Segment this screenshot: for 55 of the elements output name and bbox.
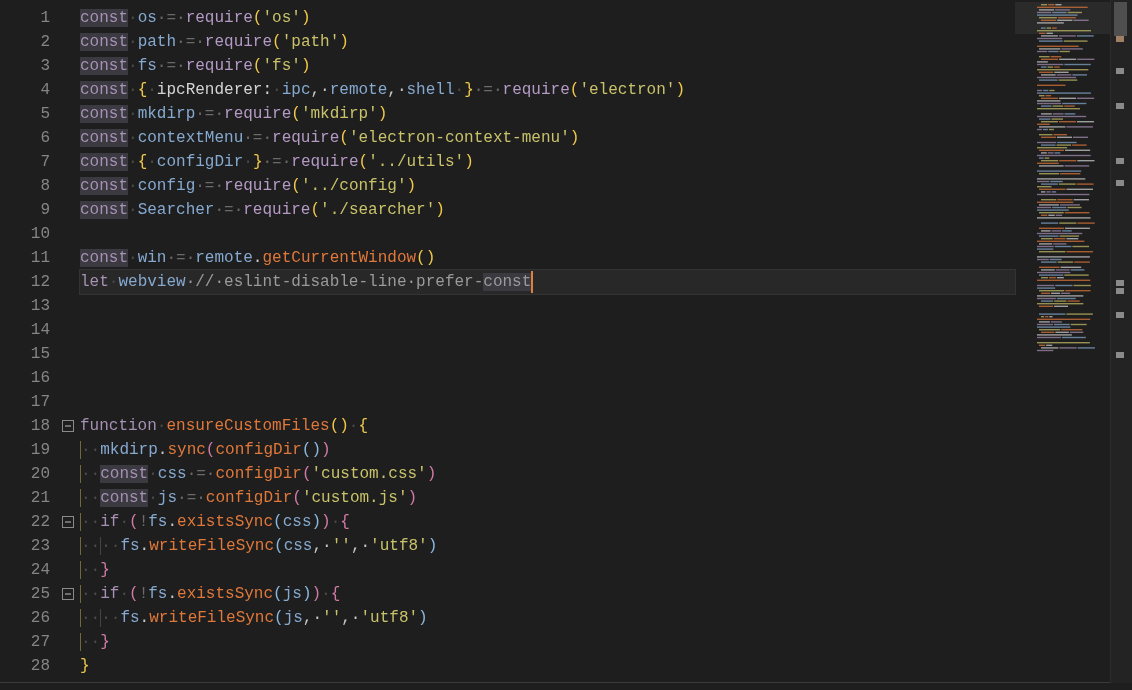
line-number: 1	[40, 9, 50, 27]
line-number: 2	[40, 33, 50, 51]
text-cursor	[531, 271, 534, 293]
code-line: ··if·(!fs.existsSync(css))·{	[80, 512, 350, 533]
code-line: const·fs·=·require('fs')	[80, 56, 311, 77]
line-number: 5	[40, 105, 50, 123]
code-line: ··mkdirp.sync(configDir())	[80, 440, 331, 461]
line-number: 8	[40, 177, 50, 195]
code-line: const·os·=·require('os')	[80, 8, 311, 29]
line-number: 23	[30, 537, 50, 555]
line-number: 21	[30, 489, 50, 507]
code-line: const·config·=·require('../config')	[80, 176, 417, 197]
code-line: ··}	[80, 632, 110, 653]
line-number: 22	[30, 513, 50, 531]
code-line: ····fs.writeFileSync(js,·'',·'utf8')	[80, 608, 428, 629]
code-line: function·ensureCustomFiles()·{	[80, 416, 369, 437]
line-number: 14	[30, 321, 50, 339]
code-line: ··}	[80, 560, 110, 581]
line-number: 17	[30, 393, 50, 411]
code-line: const·win·=·remote.getCurrentWindow()	[80, 248, 436, 269]
code-line: ··const·js·=·configDir('custom.js')	[80, 488, 418, 509]
code-line: let·webview·//·eslint-disable-line·prefer-const	[80, 272, 532, 293]
code-line: const·contextMenu·=·require('electron-context-menu')	[80, 128, 580, 149]
collapse-icon[interactable]	[62, 588, 74, 600]
line-number: 6	[40, 129, 50, 147]
scrollbar[interactable]	[1110, 0, 1132, 683]
line-number: 3	[40, 57, 50, 75]
code-line: ····fs.writeFileSync(css,·'',·'utf8')	[80, 536, 438, 557]
collapse-icon[interactable]	[62, 516, 74, 528]
code-line: const·{·ipcRenderer:·ipc,·remote,·shell·}·=·require('electron')	[80, 80, 685, 101]
code-line: ··const·css·=·configDir('custom.css')	[80, 464, 437, 485]
line-number: 27	[30, 633, 50, 651]
code-line: const·mkdirp·=·require('mkdirp')	[80, 104, 388, 125]
line-number: 28	[30, 657, 50, 675]
line-number: 19	[30, 441, 50, 459]
line-number: 9	[40, 201, 50, 219]
line-number: 20	[30, 465, 50, 483]
collapse-icon[interactable]	[62, 420, 74, 432]
code-line: const·Searcher·=·require('./searcher')	[80, 200, 445, 221]
line-number: 7	[40, 153, 50, 171]
code-line: const·{·configDir·}·=·require('../utils')	[80, 152, 474, 173]
code-line: ··if·(!fs.existsSync(js))·{	[80, 584, 341, 605]
line-number: 18	[30, 417, 50, 435]
line-number: 16	[30, 369, 50, 387]
line-number: 13	[30, 297, 50, 315]
line-number: 25	[30, 585, 50, 603]
line-number: 12	[30, 273, 50, 291]
line-number: 24	[30, 561, 50, 579]
line-number: 4	[40, 81, 50, 99]
line-number: 10	[30, 225, 50, 243]
line-number: 11	[30, 249, 50, 267]
line-number: 15	[30, 345, 50, 363]
code-line: }	[80, 656, 90, 677]
line-number: 26	[30, 609, 50, 627]
code-line: const·path·=·require('path')	[80, 32, 349, 53]
